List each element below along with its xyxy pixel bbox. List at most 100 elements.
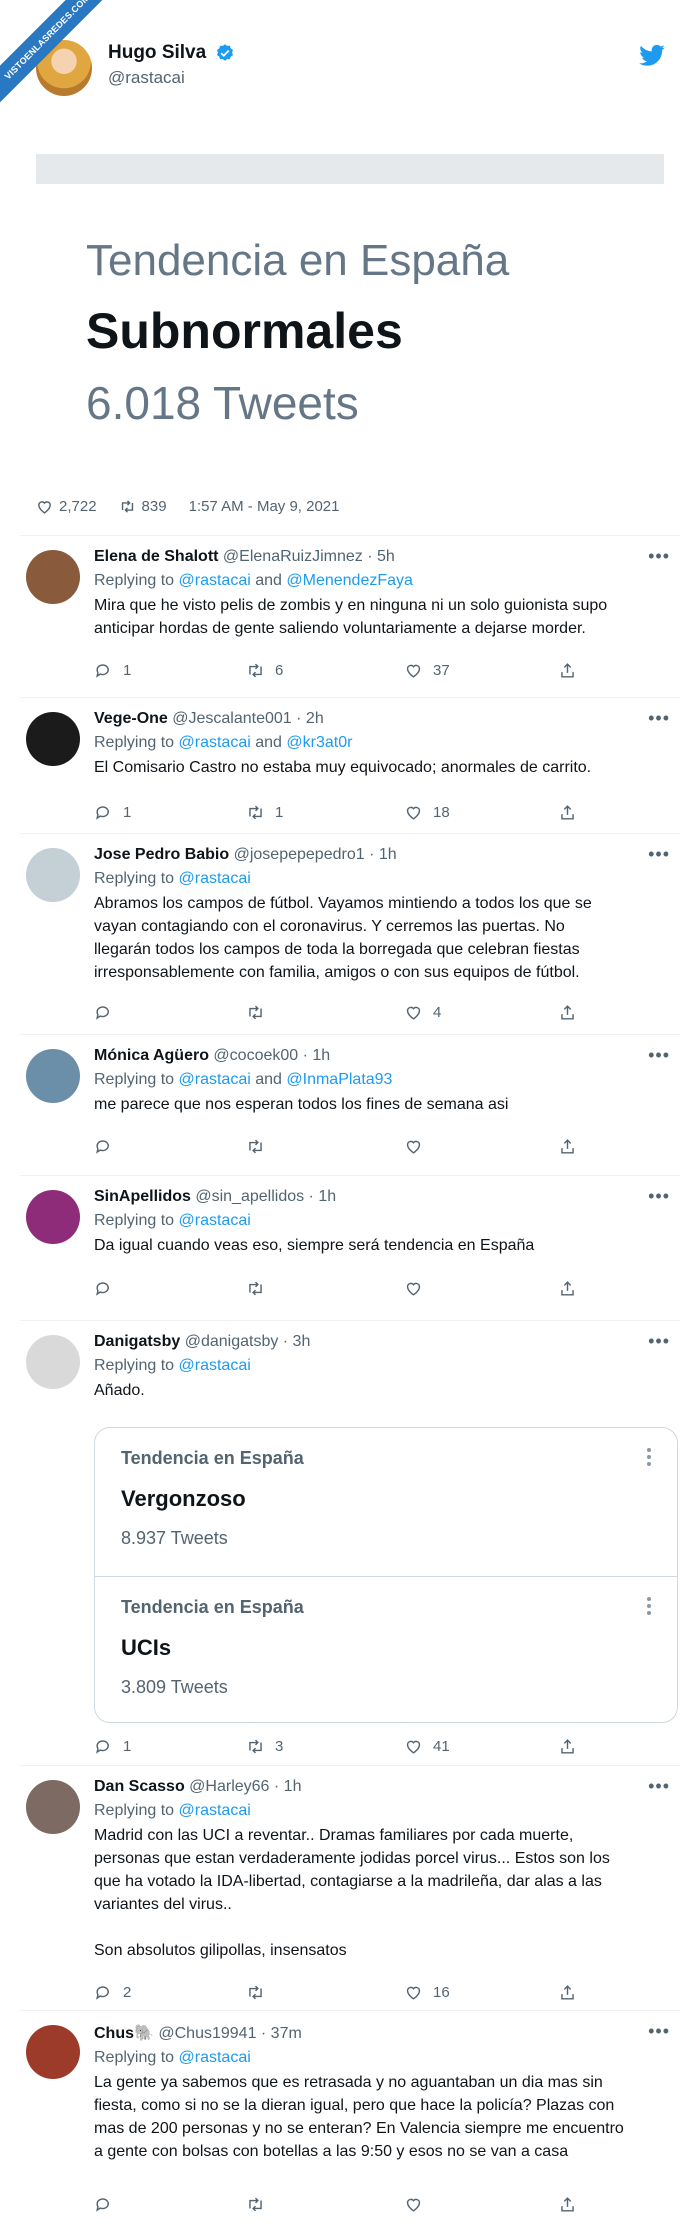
reply-avatar[interactable] xyxy=(26,712,80,766)
embedded-trends[interactable]: Tendencia en España Vergonzoso 8.937 Twe… xyxy=(94,1427,678,1723)
heart-icon[interactable] xyxy=(404,1003,423,1022)
more-options-icon[interactable] xyxy=(647,1448,651,1469)
twitter-bird-icon[interactable] xyxy=(638,42,666,70)
more-options-icon[interactable]: ••• xyxy=(648,1776,670,1797)
reply-button[interactable]: 2 xyxy=(94,1983,131,2002)
reply-icon[interactable] xyxy=(94,1983,113,2002)
share-icon[interactable] xyxy=(558,1983,577,2002)
like-button[interactable]: 4 xyxy=(404,1003,441,1022)
heart-icon[interactable] xyxy=(404,1137,423,1156)
heart-icon[interactable] xyxy=(404,2195,423,2214)
share-icon[interactable] xyxy=(558,2195,577,2214)
mention-link[interactable]: @rastacai xyxy=(179,870,251,887)
reply-avatar[interactable] xyxy=(26,848,80,902)
more-options-icon[interactable]: ••• xyxy=(648,1331,670,1352)
like-button[interactable] xyxy=(404,1137,433,1156)
retweet-icon[interactable] xyxy=(246,803,265,822)
reply-button[interactable] xyxy=(94,1003,123,1022)
reply-avatar[interactable] xyxy=(26,1190,80,1244)
share-icon[interactable] xyxy=(558,803,577,822)
share-button[interactable] xyxy=(558,1279,577,1298)
reply-author-name[interactable]: SinApellidos xyxy=(94,1188,191,1205)
mention-link[interactable]: @rastacai xyxy=(179,1212,251,1229)
share-icon[interactable] xyxy=(558,661,577,680)
reply-icon[interactable] xyxy=(94,1737,113,1756)
share-button[interactable] xyxy=(558,1737,577,1756)
retweet-icon[interactable] xyxy=(246,1737,265,1756)
tweet-timestamp[interactable]: 1:57 AM - May 9, 2021 xyxy=(189,498,340,515)
mention-link[interactable]: @MenendezFaya xyxy=(286,572,413,589)
retweet-icon[interactable] xyxy=(246,1983,265,2002)
reply-avatar[interactable] xyxy=(26,550,80,604)
share-button[interactable] xyxy=(558,2195,577,2214)
more-options-icon[interactable]: ••• xyxy=(648,2021,670,2042)
retweet-button[interactable] xyxy=(246,1137,275,1156)
retweet-icon[interactable] xyxy=(246,1137,265,1156)
mention-link[interactable]: @rastacai xyxy=(179,2049,251,2066)
author-handle[interactable]: @rastacai xyxy=(108,68,235,88)
reply-button[interactable]: 1 xyxy=(94,661,131,680)
heart-icon[interactable] xyxy=(404,1983,423,2002)
embedded-trend-card[interactable]: Tendencia en España Vergonzoso 8.937 Twe… xyxy=(95,1428,677,1576)
mention-link[interactable]: @rastacai xyxy=(179,1357,251,1374)
reply-icon[interactable] xyxy=(94,803,113,822)
more-options-icon[interactable] xyxy=(647,1597,651,1618)
reply-avatar[interactable] xyxy=(26,2025,80,2079)
more-options-icon[interactable]: ••• xyxy=(648,708,670,729)
retweet-button[interactable] xyxy=(246,1983,275,2002)
reply-icon[interactable] xyxy=(94,2195,113,2214)
retweet-button[interactable] xyxy=(246,1003,275,1022)
heart-icon[interactable] xyxy=(404,1737,423,1756)
share-icon[interactable] xyxy=(558,1279,577,1298)
reply-icon[interactable] xyxy=(94,1003,113,1022)
reply-avatar[interactable] xyxy=(26,1780,80,1834)
retweet-button[interactable] xyxy=(246,2195,275,2214)
reply-author-name[interactable]: Mónica Agüero xyxy=(94,1047,209,1064)
author-display-name[interactable]: Hugo Silva xyxy=(108,42,206,64)
mention-link[interactable]: @rastacai xyxy=(179,572,251,589)
reply-button[interactable]: 1 xyxy=(94,803,131,822)
retweet-button[interactable]: 6 xyxy=(246,661,283,680)
retweet-button[interactable]: 1 xyxy=(246,803,283,822)
reply-button[interactable] xyxy=(94,1279,123,1298)
reply-icon[interactable] xyxy=(94,1279,113,1298)
reply-author-name[interactable]: Chus🐘 xyxy=(94,2025,154,2042)
reply-avatar[interactable] xyxy=(26,1049,80,1103)
retweet-button[interactable] xyxy=(246,1279,275,1298)
more-options-icon[interactable]: ••• xyxy=(648,1045,670,1066)
heart-icon[interactable] xyxy=(404,803,423,822)
reply-author-name[interactable]: Dan Scasso xyxy=(94,1778,185,1795)
reply-author-name[interactable]: Jose Pedro Babio xyxy=(94,846,229,863)
reply-tweet[interactable]: Dan Scasso @Harley66 · 1h Replying to @ra… xyxy=(20,1765,680,2010)
embedded-trend-card[interactable]: Tendencia en España UCIs 3.809 Tweets xyxy=(95,1576,677,1722)
reply-icon[interactable] xyxy=(94,661,113,680)
mention-link[interactable]: @rastacai xyxy=(179,734,251,751)
retweet-icon[interactable] xyxy=(246,661,265,680)
reply-avatar[interactable] xyxy=(26,1335,80,1389)
like-button[interactable]: 16 xyxy=(404,1983,450,2002)
retweet-icon[interactable] xyxy=(119,498,136,515)
mention-link[interactable]: @rastacai xyxy=(179,1802,251,1819)
heart-icon[interactable] xyxy=(404,661,423,680)
like-button[interactable]: 18 xyxy=(404,803,450,822)
heart-icon[interactable] xyxy=(404,1279,423,1298)
mention-link[interactable]: @rastacai xyxy=(179,1071,251,1088)
share-icon[interactable] xyxy=(558,1737,577,1756)
mention-link[interactable]: @kr3at0r xyxy=(286,734,352,751)
like-button[interactable] xyxy=(404,2195,433,2214)
share-button[interactable] xyxy=(558,1983,577,2002)
share-button[interactable] xyxy=(558,1137,577,1156)
share-icon[interactable] xyxy=(558,1137,577,1156)
retweet-icon[interactable] xyxy=(246,1279,265,1298)
share-button[interactable] xyxy=(558,803,577,822)
share-icon[interactable] xyxy=(558,1003,577,1022)
more-options-icon[interactable]: ••• xyxy=(648,546,670,567)
retweet-icon[interactable] xyxy=(246,2195,265,2214)
reply-author-name[interactable]: Elena de Shalott xyxy=(94,548,218,565)
more-options-icon[interactable]: ••• xyxy=(648,1186,670,1207)
like-button[interactable]: 37 xyxy=(404,661,450,680)
reply-button[interactable] xyxy=(94,2195,123,2214)
mention-link[interactable]: @InmaPlata93 xyxy=(286,1071,392,1088)
more-options-icon[interactable]: ••• xyxy=(648,844,670,865)
reply-author-name[interactable]: Danigatsby xyxy=(94,1333,180,1350)
